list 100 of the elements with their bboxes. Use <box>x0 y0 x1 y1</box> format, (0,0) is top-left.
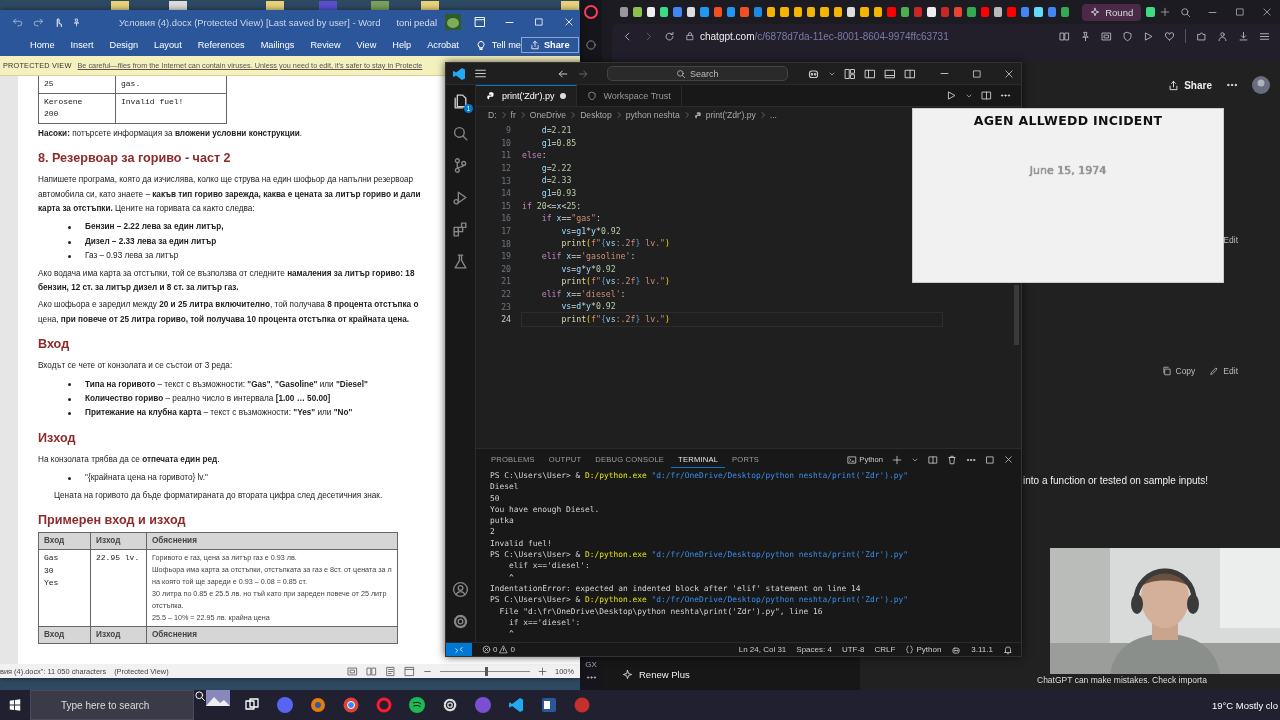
app-icon[interactable] <box>541 697 557 713</box>
search-icon[interactable] <box>452 125 469 142</box>
sidebar-icon[interactable] <box>864 67 877 80</box>
snapshot-icon[interactable] <box>1101 30 1112 42</box>
edit-button[interactable]: Edit <box>1223 235 1238 245</box>
breadcrumb-item[interactable]: Desktop <box>580 110 612 120</box>
split-icon[interactable] <box>928 454 938 465</box>
maximize-icon[interactable] <box>971 68 982 79</box>
breadcrumb-item[interactable]: fr <box>510 110 516 120</box>
ribbon-tab[interactable]: References <box>189 40 253 50</box>
search-box[interactable]: Search <box>606 66 788 81</box>
close-icon[interactable] <box>564 17 575 27</box>
renew-plus-button[interactable]: Renew Plus <box>622 669 860 680</box>
web-layout-icon[interactable] <box>404 665 416 677</box>
trash-icon[interactable] <box>947 454 957 465</box>
gear-icon[interactable] <box>442 697 458 713</box>
ribbon-tab[interactable]: Help <box>384 40 420 50</box>
pin-icon[interactable] <box>1080 30 1091 42</box>
settings-icon[interactable] <box>452 613 469 630</box>
source-control-icon[interactable] <box>452 157 469 174</box>
ribbon-tab[interactable]: Insert <box>62 40 102 50</box>
ribbon-tab[interactable]: Review <box>302 40 349 50</box>
bell-icon[interactable] <box>1003 644 1013 655</box>
new-tab-icon[interactable] <box>1159 7 1170 17</box>
flask-icon[interactable] <box>452 253 469 270</box>
opera-logo-icon[interactable] <box>584 5 598 19</box>
paragraph-line: Ако водача има карта за отстъпки, той се възползва от следните намаления за литър гориво: 18 <box>38 267 415 280</box>
ribbon-tab[interactable]: Layout <box>146 40 190 50</box>
files-icon[interactable] <box>452 93 469 110</box>
close-icon[interactable] <box>1004 455 1013 464</box>
search-field[interactable]: Type here to search <box>30 690 194 720</box>
zoom-in-icon[interactable] <box>538 666 548 676</box>
tell-me-button[interactable]: Tell me <box>474 39 521 51</box>
menu-icon[interactable] <box>1259 30 1270 42</box>
profile-icon[interactable] <box>1217 30 1228 42</box>
app-icon[interactable] <box>310 697 326 713</box>
reading-icon[interactable] <box>1059 30 1070 42</box>
task-view-icon[interactable] <box>244 697 260 713</box>
start-icon[interactable] <box>8 698 22 712</box>
avatar-icon[interactable] <box>1252 76 1270 94</box>
browser-tab[interactable]: Round <box>1082 3 1142 21</box>
edit-button[interactable]: Edit <box>1209 366 1238 376</box>
breadcrumb-item[interactable]: D: <box>488 110 497 120</box>
undo-icon[interactable] <box>12 16 24 28</box>
print-layout-icon[interactable] <box>385 665 397 677</box>
redo-icon[interactable] <box>32 16 44 28</box>
close-icon[interactable] <box>1261 7 1272 17</box>
editor-tab[interactable]: print('Zdr').py <box>476 85 578 106</box>
maximize-panel-icon[interactable] <box>985 454 995 465</box>
reload-icon[interactable] <box>664 30 675 42</box>
ribbon-display-icon[interactable] <box>473 16 486 28</box>
code-line: vs=g1*y*0.92 <box>560 224 622 238</box>
extensions-icon[interactable] <box>452 221 469 238</box>
ribbon-tab[interactable]: Home <box>22 40 63 50</box>
menu-icon[interactable] <box>474 67 487 80</box>
breadcrumb-item[interactable]: python neshta <box>625 110 680 120</box>
focus-icon[interactable] <box>347 665 359 677</box>
copy-button[interactable]: Copy <box>1161 366 1196 376</box>
cursor-position[interactable]: Ln 24, Col 31 <box>738 645 787 654</box>
heart-icon[interactable] <box>1164 30 1175 42</box>
play-icon[interactable] <box>1143 30 1154 42</box>
close-icon[interactable] <box>1003 68 1014 79</box>
back-icon[interactable] <box>556 67 569 80</box>
breadcrumb-item[interactable]: ... <box>769 110 777 120</box>
line-ending[interactable]: CRLF <box>874 645 896 654</box>
run-icon[interactable] <box>946 90 957 101</box>
share-button[interactable]: Share <box>520 37 579 53</box>
encoding[interactable]: UTF-8 <box>841 645 865 654</box>
shield-icon[interactable] <box>1122 30 1133 42</box>
breadcrumb-item[interactable]: OneDrive <box>529 110 567 120</box>
ribbon-tab[interactable]: Mailings <box>252 40 303 50</box>
language-mode[interactable]: Python <box>905 645 942 654</box>
share-button[interactable]: Share <box>1168 79 1212 91</box>
python-version[interactable]: 3.11.1 <box>971 645 993 654</box>
split-editor-icon[interactable] <box>981 90 992 101</box>
ribbon-tab[interactable]: View <box>348 40 385 50</box>
split-icon[interactable] <box>904 67 917 80</box>
url-field[interactable]: chatgpt.com/c/6878d7da-11ec-8001-8604-9974ffc63731 <box>685 30 949 42</box>
run-debug-icon[interactable] <box>452 189 469 206</box>
download-icon[interactable] <box>1238 30 1249 42</box>
breadcrumb-item[interactable]: print('Zdr').py <box>705 110 756 120</box>
pin-icon[interactable] <box>72 17 81 27</box>
ribbon-tab[interactable]: Design <box>101 40 147 50</box>
new-terminal-icon[interactable] <box>892 454 902 465</box>
app-icon[interactable] <box>343 697 359 713</box>
app-icon[interactable] <box>409 697 425 713</box>
ribbon-tab[interactable]: Acrobat <box>419 40 467 50</box>
account-icon[interactable] <box>452 581 469 598</box>
maximize-icon[interactable] <box>534 17 545 27</box>
panel-icon[interactable] <box>884 67 897 80</box>
zoom-slider-thumb[interactable] <box>485 666 489 676</box>
indentation[interactable]: Spaces: 4 <box>796 645 832 654</box>
problems-indicator[interactable]: 0 0 <box>482 645 515 654</box>
layout-icon[interactable] <box>844 67 857 80</box>
maximize-icon[interactable] <box>1234 7 1245 17</box>
read-mode-icon[interactable] <box>366 665 378 677</box>
app-icon[interactable] <box>508 697 524 713</box>
search-icon[interactable] <box>1179 6 1191 18</box>
extensions-icon[interactable] <box>1196 30 1207 42</box>
line-number: 13 <box>500 175 511 186</box>
